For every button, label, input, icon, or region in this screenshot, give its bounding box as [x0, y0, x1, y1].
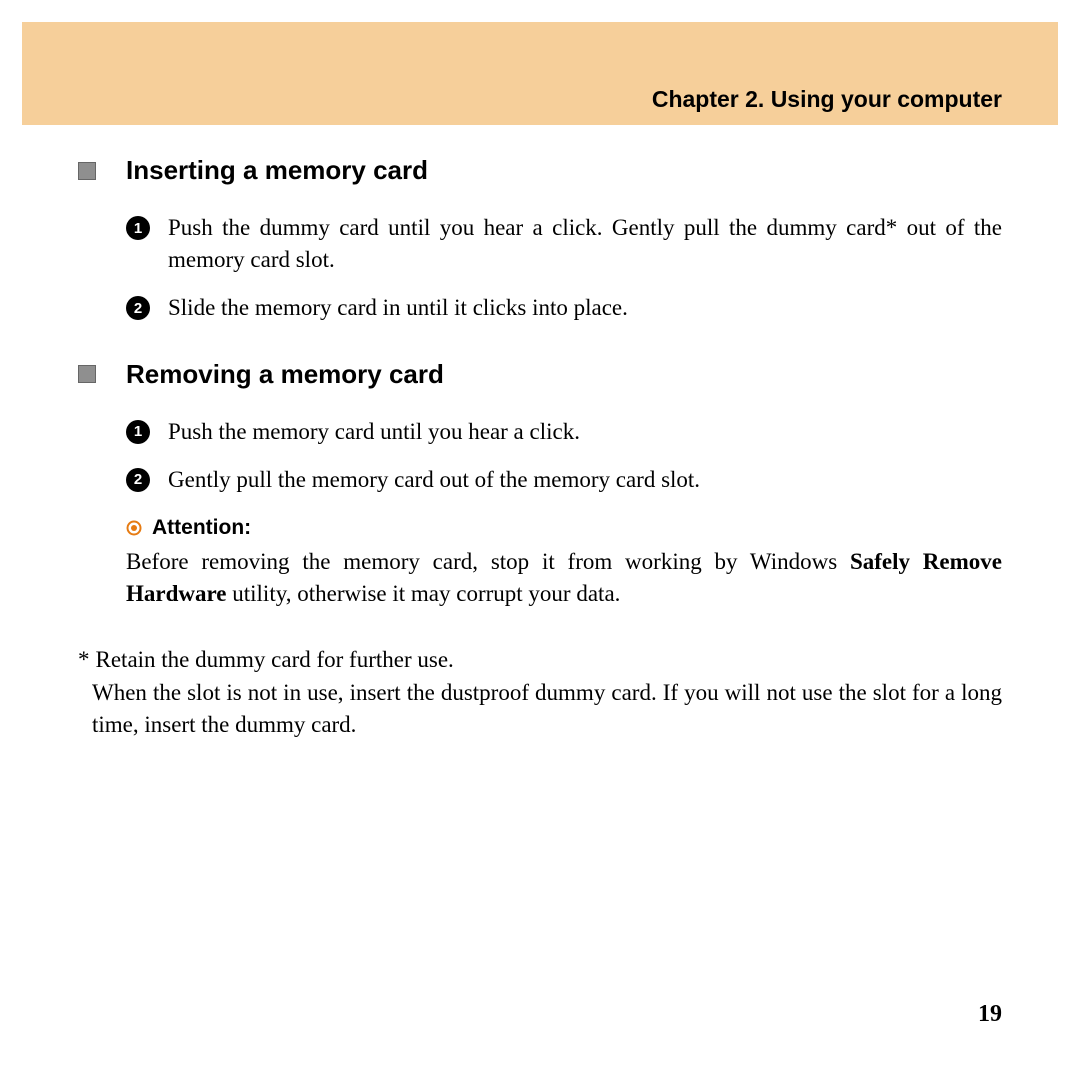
footnote-text: Retain the dummy card for further use.: [96, 644, 454, 676]
list-item: 1 Push the dummy card until you hear a c…: [126, 212, 1002, 276]
list-item: 2 Slide the memory card in until it clic…: [126, 292, 1002, 324]
chapter-title: Chapter 2. Using your computer: [652, 86, 1002, 113]
step-list: 1 Push the dummy card until you hear a c…: [78, 212, 1002, 325]
square-bullet-icon: [78, 162, 96, 180]
attention-block: Attention: Before removing the memory ca…: [78, 516, 1002, 610]
footnote-line: * Retain the dummy card for further use.: [78, 644, 1002, 676]
attention-body: Before removing the memory card, stop it…: [126, 546, 1002, 610]
step-number-icon: 1: [126, 216, 150, 240]
step-text: Push the dummy card until you hear a cli…: [168, 212, 1002, 276]
section-removing: Removing a memory card 1 Push the memory…: [78, 359, 1002, 611]
step-text: Push the memory card until you hear a cl…: [168, 416, 1002, 448]
footnote-mark: *: [78, 644, 90, 676]
content-area: Inserting a memory card 1 Push the dummy…: [0, 125, 1080, 741]
attention-text-pre: Before removing the memory card, stop it…: [126, 549, 850, 574]
section-title: Removing a memory card: [126, 359, 444, 390]
step-number-icon: 1: [126, 420, 150, 444]
page: Chapter 2. Using your computer Inserting…: [0, 0, 1080, 1080]
step-text: Gently pull the memory card out of the m…: [168, 464, 1002, 496]
attention-head: Attention:: [126, 516, 1002, 540]
section-head: Inserting a memory card: [78, 155, 1002, 186]
footnote-text: When the slot is not in use, insert the …: [78, 677, 1002, 741]
footnote: * Retain the dummy card for further use.…: [78, 644, 1002, 741]
attention-label: Attention:: [152, 516, 251, 540]
page-number: 19: [978, 1001, 1002, 1028]
section-inserting: Inserting a memory card 1 Push the dummy…: [78, 155, 1002, 325]
step-list: 1 Push the memory card until you hear a …: [78, 416, 1002, 496]
section-title: Inserting a memory card: [126, 155, 428, 186]
step-number-icon: 2: [126, 296, 150, 320]
attention-text-post: utility, otherwise it may corrupt your d…: [227, 581, 621, 606]
square-bullet-icon: [78, 365, 96, 383]
list-item: 1 Push the memory card until you hear a …: [126, 416, 1002, 448]
header-band: Chapter 2. Using your computer: [0, 0, 1080, 125]
section-head: Removing a memory card: [78, 359, 1002, 390]
list-item: 2 Gently pull the memory card out of the…: [126, 464, 1002, 496]
step-text: Slide the memory card in until it clicks…: [168, 292, 1002, 324]
step-number-icon: 2: [126, 468, 150, 492]
attention-icon: [126, 520, 142, 536]
